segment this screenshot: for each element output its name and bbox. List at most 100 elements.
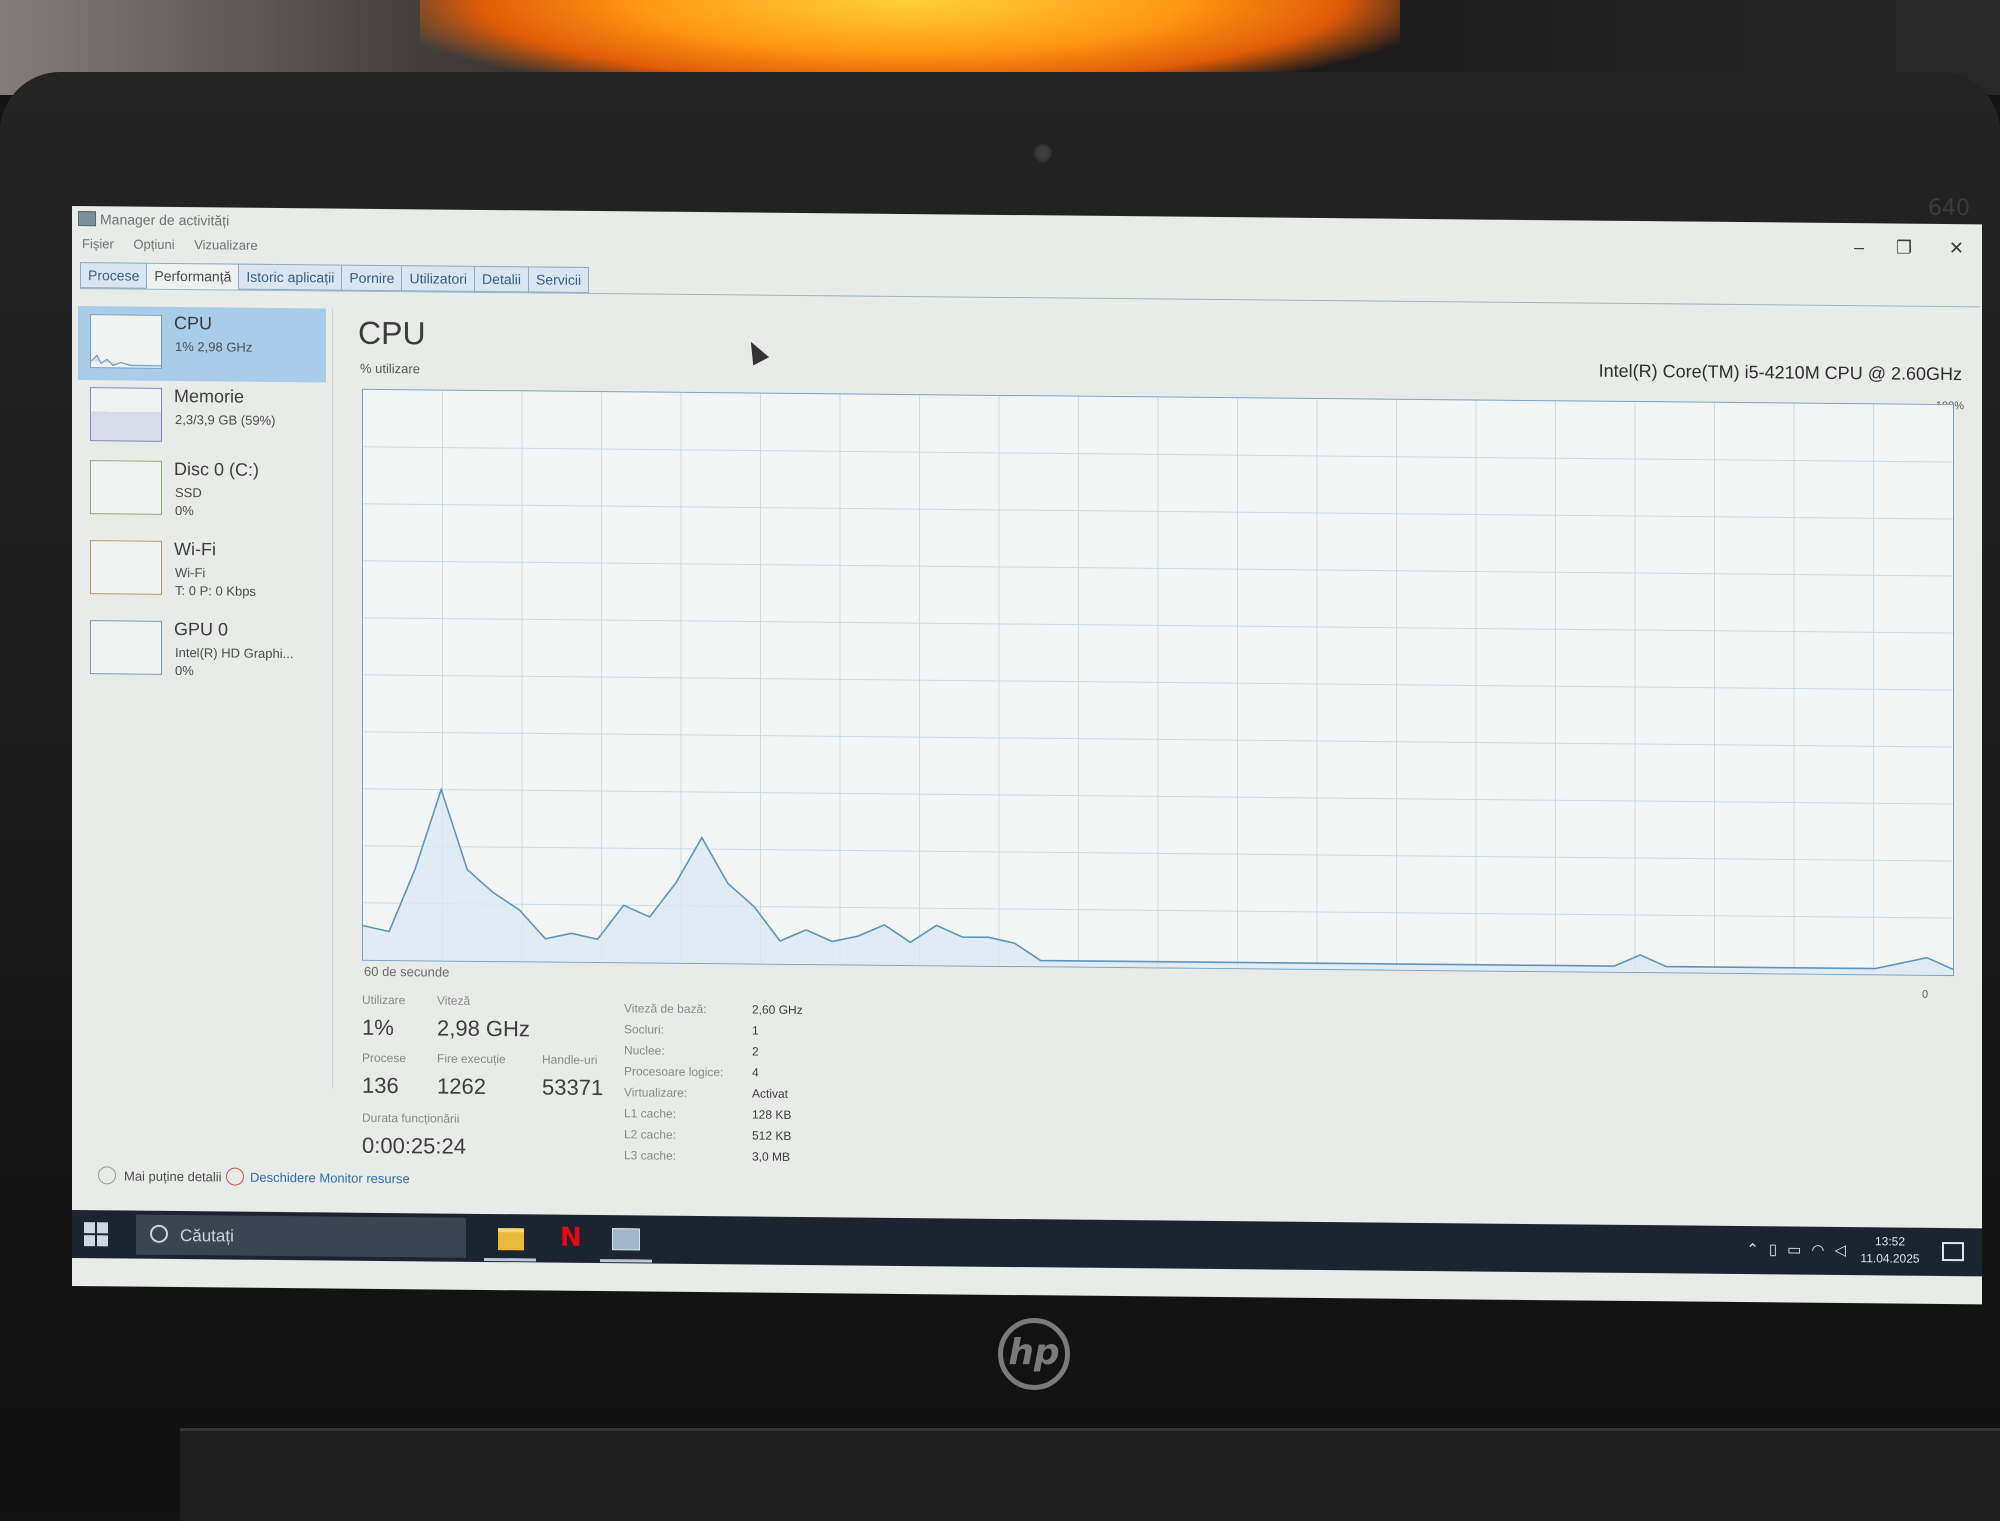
webcam — [1032, 142, 1054, 164]
minimize-button[interactable]: – — [1854, 237, 1864, 258]
threads-value: 1262 — [437, 1073, 486, 1099]
spec-label: Procesoare logice: — [624, 1064, 724, 1080]
graph-min-label: 0 — [1922, 988, 1929, 1001]
laptop-hinge — [180, 1428, 2000, 1521]
spec-value: 512 KB — [752, 1128, 792, 1143]
clock[interactable]: 13:52 11.04.2025 — [1858, 1233, 1922, 1268]
spec-label: Viteză de bază: — [624, 1001, 707, 1017]
performance-sidebar: CPU 1% 2,98 GHz Memorie 2,3/3,9 GB (59%)… — [78, 306, 328, 1078]
taskbar: Căutați N ⌃▯▭◠◁ 13:52 11.04.2025 — [72, 1210, 1982, 1277]
windows-logo-icon — [84, 1222, 95, 1234]
tab-processes[interactable]: Procese — [80, 262, 148, 289]
utilization-value: 1% — [362, 1014, 394, 1041]
windows-logo-icon — [84, 1235, 95, 1247]
restore-button[interactable]: ❐ — [1896, 238, 1912, 259]
handles-value: 53371 — [542, 1074, 604, 1101]
page-title: CPU — [358, 314, 426, 352]
memory-thumbnail — [90, 387, 162, 442]
laptop-model-label: 640 — [1928, 196, 1970, 221]
utilization-label: Utilizare — [362, 992, 406, 1008]
sidebar-item-wifi[interactable]: Wi-Fi Wi-Fi T: 0 P: 0 Kbps — [78, 532, 326, 608]
menu-options[interactable]: Opțiuni — [133, 237, 174, 252]
tab-services[interactable]: Servicii — [527, 266, 590, 293]
sidebar-item-value: T: 0 P: 0 Kbps — [175, 582, 256, 599]
tab-users[interactable]: Utilizatori — [401, 265, 476, 292]
phone-link-icon[interactable]: ▯ — [1769, 1241, 1787, 1258]
spec-value: 2 — [752, 1044, 759, 1059]
windows-logo-icon — [97, 1222, 108, 1234]
task-manager-icon — [612, 1228, 640, 1251]
sidebar-divider — [332, 308, 333, 1089]
spec-value: 128 KB — [752, 1107, 792, 1122]
open-resource-monitor-link[interactable]: Deschidere Monitor resurse — [250, 1170, 410, 1187]
tab-startup[interactable]: Pornire — [341, 264, 403, 292]
hp-logo: hp — [998, 1318, 1070, 1390]
volume-icon[interactable]: ◁ — [1834, 1242, 1856, 1259]
sidebar-item-label: Memorie — [174, 385, 245, 407]
fewer-details-link[interactable]: Mai puține detalii — [124, 1168, 222, 1184]
spec-value: 4 — [752, 1065, 759, 1080]
sidebar-item-gpu[interactable]: GPU 0 Intel(R) HD Graphi... 0% — [78, 612, 326, 688]
task-manager-icon — [78, 211, 96, 227]
spec-label: Virtualizare: — [624, 1085, 688, 1100]
gpu-thumbnail — [90, 620, 162, 675]
netflix-icon: N — [560, 1222, 582, 1253]
start-button[interactable] — [84, 1222, 108, 1247]
close-button[interactable]: ✕ — [1949, 238, 1964, 259]
sidebar-item-label: CPU — [174, 312, 213, 334]
action-center-icon[interactable] — [1942, 1241, 1964, 1262]
spec-value: 3,0 MB — [752, 1149, 791, 1164]
system-tray: ⌃▯▭◠◁ 13:52 11.04.2025 — [1666, 1231, 1966, 1270]
resource-monitor-icon — [226, 1167, 244, 1186]
sidebar-item-disk[interactable]: Disc 0 (C:) SSD 0% — [78, 452, 326, 528]
taskbar-task-manager[interactable] — [600, 1219, 652, 1263]
uptime-label: Durata funcționării — [362, 1110, 460, 1126]
speed-label: Viteză — [437, 993, 471, 1008]
spec-label: L1 cache: — [624, 1106, 677, 1121]
battery-icon[interactable]: ▭ — [1787, 1241, 1811, 1258]
cpu-graph-svg — [362, 390, 1954, 976]
processes-label: Procese — [362, 1050, 407, 1066]
screen: Manager de activități – ❐ ✕ Fișier Opțiu… — [72, 206, 1982, 1305]
sidebar-item-label: Disc 0 (C:) — [174, 458, 259, 480]
window-title: Manager de activități — [100, 211, 230, 229]
sidebar-item-memory[interactable]: Memorie 2,3/3,9 GB (59%) — [78, 379, 326, 455]
spec-value: Activat — [752, 1086, 789, 1101]
sidebar-item-adapter: Wi-Fi — [175, 564, 206, 581]
menu-bar: Fișier Opțiuni Vizualizare — [82, 236, 274, 253]
cpu-model-name: Intel(R) Core(TM) i5-4210M CPU @ 2.60GHz — [1598, 360, 1962, 385]
taskbar-file-explorer[interactable] — [484, 1217, 536, 1262]
taskbar-search[interactable]: Căutați — [136, 1214, 466, 1258]
graph-y-label: % utilizare — [360, 360, 420, 377]
sidebar-item-label: Wi-Fi — [174, 538, 216, 560]
sidebar-item-cpu[interactable]: CPU 1% 2,98 GHz — [78, 306, 326, 383]
sidebar-item-label: GPU 0 — [174, 618, 229, 640]
disk-thumbnail — [90, 460, 162, 515]
sidebar-item-adapter: Intel(R) HD Graphi... — [175, 644, 294, 662]
spec-label: Nuclee: — [624, 1043, 665, 1058]
menu-file[interactable]: Fișier — [82, 236, 114, 251]
wifi-thumbnail — [90, 540, 162, 595]
clock-time: 13:52 — [1874, 1234, 1906, 1249]
collapse-icon — [98, 1166, 116, 1185]
tab-app-history[interactable]: Istoric aplicații — [238, 263, 343, 291]
graph-time-span: 60 de secunde — [364, 963, 450, 980]
wifi-icon[interactable]: ◠ — [1811, 1242, 1834, 1259]
sidebar-item-value: 1% 2,98 GHz — [175, 338, 253, 355]
mouse-cursor-icon — [742, 337, 770, 366]
speed-value: 2,98 GHz — [437, 1015, 530, 1042]
search-placeholder: Căutați — [180, 1226, 234, 1246]
taskbar-netflix[interactable]: N — [542, 1219, 594, 1259]
spec-label: Socluri: — [624, 1022, 665, 1037]
spec-label: L2 cache: — [624, 1127, 677, 1142]
tab-performance[interactable]: Performanță — [146, 262, 240, 290]
tray-icons: ⌃▯▭◠◁ — [1746, 1240, 1856, 1259]
file-explorer-icon — [498, 1228, 524, 1251]
cpu-thumbnail — [90, 314, 162, 369]
tab-divider — [80, 288, 1980, 308]
sidebar-item-value: 0% — [175, 662, 194, 679]
menu-view[interactable]: Vizualizare — [194, 237, 257, 253]
tab-details[interactable]: Detalii — [474, 265, 529, 293]
search-icon — [150, 1224, 168, 1243]
chevron-up-icon[interactable]: ⌃ — [1746, 1241, 1769, 1258]
